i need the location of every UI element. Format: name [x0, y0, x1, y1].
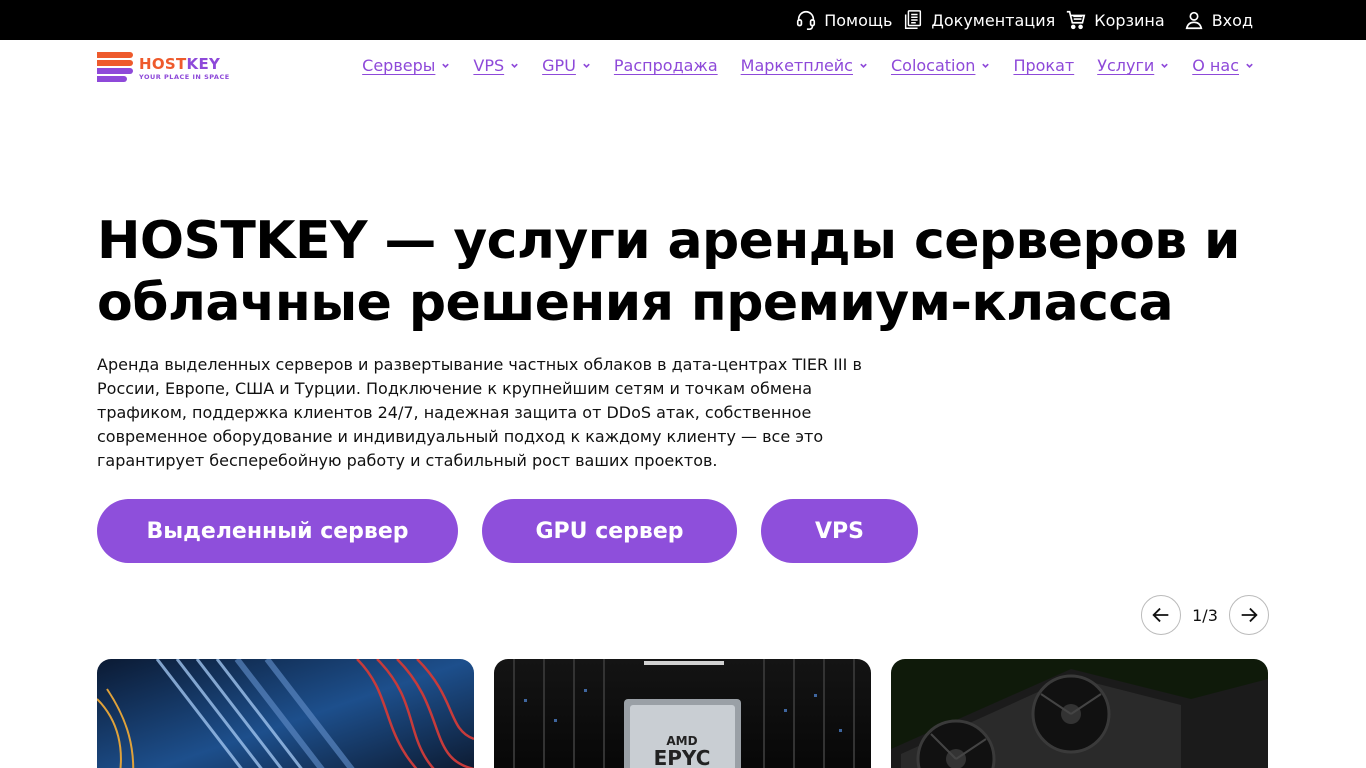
carousel-pager: 1/3: [1192, 605, 1218, 625]
carousel-cards: AMD EPYC: [97, 659, 1268, 768]
amd-epyc-image: AMD EPYC: [494, 659, 871, 768]
login-link[interactable]: Вход: [1183, 9, 1253, 31]
chevron-down-icon: [441, 61, 450, 70]
nav-item-rental[interactable]: Прокат: [1013, 56, 1074, 75]
hero-description: Аренда выделенных серверов и развертыван…: [97, 355, 862, 470]
card-amd-epyc[interactable]: AMD EPYC: [494, 659, 871, 768]
arrow-left-icon: [1152, 607, 1169, 623]
hostkey-logo[interactable]: HOSTKEY YOUR PLACE IN SPACE: [97, 52, 230, 82]
main-nav: Серверы VPS GPU Распродажа Маркетплейс C…: [362, 56, 1254, 75]
login-link-label: Вход: [1211, 10, 1253, 30]
card-gpu[interactable]: [891, 659, 1268, 768]
chevron-down-icon: [510, 61, 519, 70]
documentation-link-label: Документация: [931, 10, 1056, 30]
user-icon: [1183, 9, 1205, 31]
nav-item-servers[interactable]: Серверы: [362, 56, 450, 75]
arrow-right-icon: [1241, 607, 1258, 623]
chip-label-epyc: EPYC: [654, 746, 711, 768]
help-link[interactable]: Помощь: [795, 9, 892, 31]
carousel-next-button[interactable]: [1229, 595, 1269, 635]
chevron-down-icon: [582, 61, 591, 70]
nav-item-colocation[interactable]: Colocation: [891, 56, 990, 75]
nav-item-gpu[interactable]: GPU: [542, 56, 591, 75]
carousel-prev-button[interactable]: [1141, 595, 1181, 635]
vps-button[interactable]: VPS: [761, 499, 918, 563]
documents-icon: [902, 9, 924, 31]
cart-link[interactable]: Корзина: [1065, 9, 1165, 31]
chevron-down-icon: [981, 61, 990, 70]
logo-name: HOSTKEY: [139, 55, 221, 73]
hero-title-line-1: HOSTKEY — услуги аренды серверов и: [97, 211, 1240, 271]
carousel-controls: 1/3: [1141, 595, 1269, 635]
chevron-down-icon: [859, 61, 868, 70]
hero-title: HOSTKEY — услуги аренды серверов и облач…: [97, 210, 1277, 334]
nav-item-marketplace[interactable]: Маркетплейс: [741, 56, 868, 75]
chevron-down-icon: [1245, 61, 1254, 70]
site-header: HOSTKEY YOUR PLACE IN SPACE Серверы VPS …: [0, 40, 1366, 95]
dedicated-server-button[interactable]: Выделенный сервер: [97, 499, 458, 563]
top-bar-links: Помощь Документация Корзина Вход: [795, 0, 1253, 40]
hero-cta-row: Выделенный сервер GPU сервер VPS: [97, 499, 918, 563]
help-link-label: Помощь: [824, 10, 893, 30]
hero-title-line-2: облачные решения премиум-класса: [97, 273, 1174, 333]
nav-item-about[interactable]: О нас: [1192, 56, 1254, 75]
gpu-server-button[interactable]: GPU сервер: [482, 499, 737, 563]
card-server-hardware[interactable]: [97, 659, 474, 768]
gpu-card-image: [891, 659, 1268, 768]
server-hardware-image: [97, 659, 474, 768]
headset-icon: [795, 9, 817, 31]
logo-tagline: YOUR PLACE IN SPACE: [139, 73, 230, 81]
cart-link-label: Корзина: [1094, 10, 1165, 30]
nav-item-sale[interactable]: Распродажа: [614, 56, 718, 75]
nav-item-services[interactable]: Услуги: [1097, 56, 1169, 75]
chevron-down-icon: [1160, 61, 1169, 70]
cart-icon: [1065, 9, 1087, 31]
documentation-link[interactable]: Документация: [902, 9, 1055, 31]
logo-mark-icon: [97, 52, 133, 82]
top-bar: Помощь Документация Корзина Вход: [0, 0, 1366, 40]
nav-item-vps[interactable]: VPS: [473, 56, 519, 75]
